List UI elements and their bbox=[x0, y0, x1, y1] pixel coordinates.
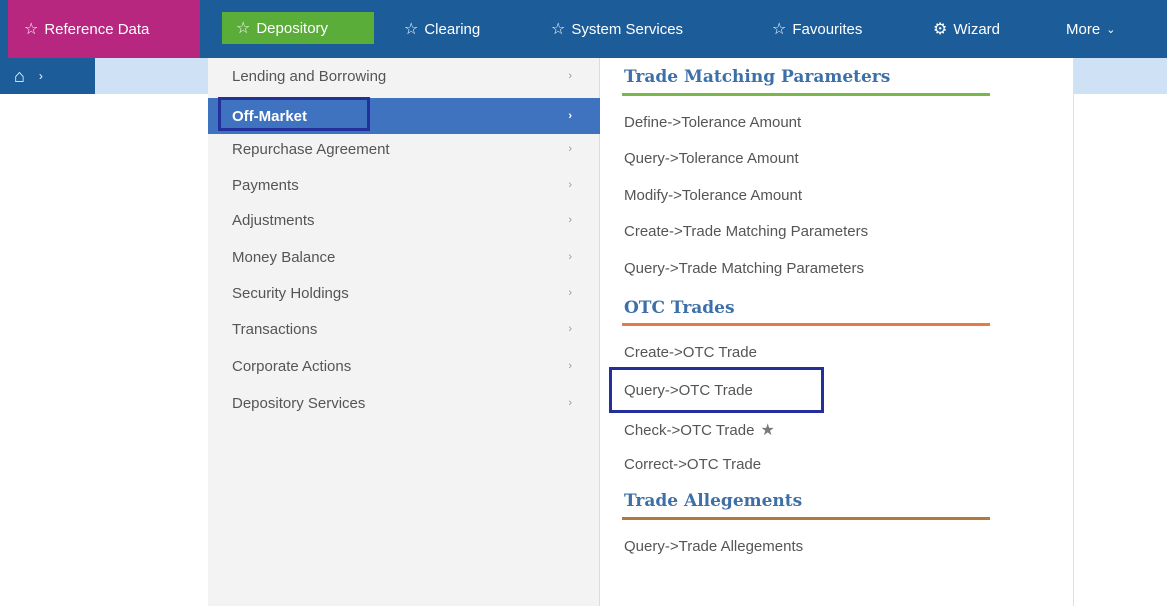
nav-wizard[interactable]: ⚙ Wizard bbox=[933, 0, 1000, 58]
link-create-otc-trade[interactable]: Create->OTC Trade bbox=[624, 344, 757, 361]
nav-system-services[interactable]: ☆ System Services bbox=[551, 0, 683, 58]
star-outline-icon: ☆ bbox=[772, 21, 787, 38]
nav-more-label: More bbox=[1066, 20, 1101, 38]
link-correct-otc-trade[interactable]: Correct->OTC Trade bbox=[624, 456, 761, 473]
star-outline-icon: ☆ bbox=[551, 21, 566, 38]
section-divider bbox=[622, 93, 990, 96]
link-modify-tolerance-amount[interactable]: Modify->Tolerance Amount bbox=[624, 187, 802, 204]
chevron-right-icon: › bbox=[568, 110, 572, 122]
link-check-otc-trade-label: Check->OTC Trade bbox=[624, 422, 755, 439]
link-query-tolerance-amount[interactable]: Query->Tolerance Amount bbox=[624, 150, 799, 167]
section-title-trade-matching-parameters: Trade Matching Parameters bbox=[624, 67, 891, 87]
chevron-right-icon: › bbox=[568, 70, 572, 82]
top-navigation-bar: ☆ Reference Data ☆ Depository ☆ Clearing… bbox=[0, 0, 1167, 58]
link-query-trade-matching-parameters[interactable]: Query->Trade Matching Parameters bbox=[624, 260, 864, 277]
submenu-item-label: Corporate Actions bbox=[232, 357, 352, 375]
link-query-trade-allegements[interactable]: Query->Trade Allegements bbox=[624, 538, 803, 555]
submenu-item-money-balance[interactable]: Money Balance › bbox=[208, 239, 600, 275]
section-title-trade-allegements: Trade Allegements bbox=[624, 491, 803, 511]
nav-depository[interactable]: ☆ Depository bbox=[222, 12, 374, 44]
chevron-right-icon: › bbox=[38, 69, 43, 83]
submenu-item-label: Adjustments bbox=[232, 211, 315, 229]
chevron-right-icon: › bbox=[568, 360, 572, 372]
submenu-item-transactions[interactable]: Transactions › bbox=[208, 311, 600, 347]
star-outline-icon: ☆ bbox=[24, 21, 39, 38]
nav-reference-data[interactable]: ☆ Reference Data bbox=[8, 0, 200, 58]
nav-system-services-label: System Services bbox=[571, 20, 684, 38]
nav-reference-data-label: Reference Data bbox=[44, 20, 150, 38]
submenu-item-security-holdings[interactable]: Security Holdings › bbox=[208, 275, 600, 311]
chevron-right-icon: › bbox=[568, 143, 572, 155]
star-icon[interactable]: ★ bbox=[760, 422, 774, 439]
submenu-item-adjustments[interactable]: Adjustments › bbox=[208, 202, 600, 238]
submenu-item-repurchase-agreement[interactable]: Repurchase Agreement › bbox=[208, 131, 600, 167]
submenu-item-label: Lending and Borrowing bbox=[232, 67, 387, 85]
section-divider bbox=[622, 517, 990, 520]
submenu-item-label: Depository Services bbox=[232, 394, 366, 412]
link-define-tolerance-amount[interactable]: Define->Tolerance Amount bbox=[624, 114, 801, 131]
star-outline-icon: ☆ bbox=[236, 20, 251, 37]
depository-submenu: Lending and Borrowing › Off-Market › Rep… bbox=[208, 58, 600, 606]
submenu-item-label: Payments bbox=[232, 176, 299, 194]
nav-depository-container: ☆ Depository bbox=[212, 0, 386, 58]
chevron-right-icon: › bbox=[568, 251, 572, 263]
chevron-right-icon: › bbox=[568, 179, 572, 191]
submenu-item-depository-services[interactable]: Depository Services › bbox=[208, 385, 600, 421]
query-otc-trade-highlight-box bbox=[609, 367, 824, 413]
chevron-right-icon: › bbox=[568, 323, 572, 335]
nav-wizard-label: Wizard bbox=[953, 20, 1001, 38]
submenu-item-label: Security Holdings bbox=[232, 284, 349, 302]
submenu-item-lending-and-borrowing[interactable]: Lending and Borrowing › bbox=[208, 58, 600, 94]
section-divider bbox=[622, 323, 990, 326]
submenu-item-label: Money Balance bbox=[232, 248, 336, 266]
submenu-item-label: Repurchase Agreement bbox=[232, 140, 390, 158]
link-check-otc-trade[interactable]: Check->OTC Trade ★ bbox=[624, 420, 775, 440]
chevron-right-icon: › bbox=[568, 287, 572, 299]
link-create-trade-matching-parameters[interactable]: Create->Trade Matching Parameters bbox=[624, 223, 868, 240]
nav-favourites[interactable]: ☆ Favourites bbox=[772, 0, 862, 58]
off-market-panel: Trade Matching Parameters Define->Tolera… bbox=[600, 58, 1074, 606]
gear-icon: ⚙ bbox=[933, 21, 948, 38]
submenu-item-payments[interactable]: Payments › bbox=[208, 167, 600, 203]
nav-more[interactable]: More ⌄ bbox=[1066, 0, 1115, 58]
chevron-right-icon: › bbox=[568, 214, 572, 226]
off-market-highlight-box bbox=[218, 97, 370, 131]
nav-depository-label: Depository bbox=[256, 19, 329, 37]
section-title-otc-trades: OTC Trades bbox=[624, 298, 735, 318]
chevron-down-icon: ⌄ bbox=[1106, 23, 1116, 36]
nav-clearing-label: Clearing bbox=[424, 20, 481, 38]
submenu-item-corporate-actions[interactable]: Corporate Actions › bbox=[208, 348, 600, 384]
home-icon: ⌂ bbox=[14, 65, 25, 86]
chevron-right-icon: › bbox=[568, 397, 572, 409]
nav-clearing[interactable]: ☆ Clearing bbox=[404, 0, 480, 58]
submenu-item-label: Transactions bbox=[232, 320, 318, 338]
breadcrumb-home[interactable]: ⌂ › bbox=[0, 58, 95, 94]
star-outline-icon: ☆ bbox=[404, 21, 419, 38]
nav-favourites-label: Favourites bbox=[792, 20, 863, 38]
